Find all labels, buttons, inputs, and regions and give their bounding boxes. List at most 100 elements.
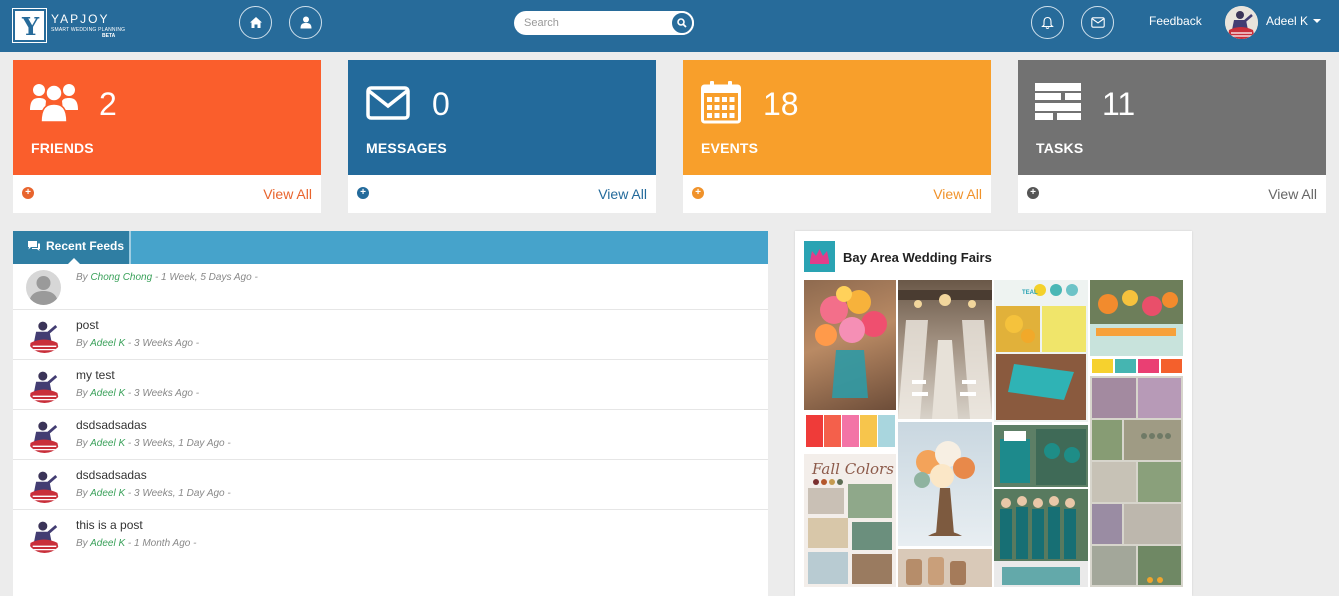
user-avatar[interactable] — [1225, 6, 1258, 39]
table-decor-image — [1090, 290, 1183, 356]
lavender-board — [1090, 376, 1183, 587]
tasks-view-all-link[interactable]: View All — [1268, 186, 1317, 202]
events-plus-icon[interactable]: + — [692, 187, 704, 199]
messages-card: 0 MESSAGES + View All — [348, 60, 656, 213]
search-input[interactable] — [524, 15, 664, 31]
feed-title[interactable]: dsdsadsadas — [76, 468, 147, 482]
feedback-link[interactable]: Feedback — [1149, 14, 1202, 28]
messages-button[interactable] — [1081, 6, 1114, 39]
tasks-icon — [1035, 83, 1081, 120]
jars-photo — [898, 549, 992, 587]
user-name[interactable]: Adeel K — [1266, 14, 1308, 28]
envelope-icon — [366, 86, 410, 120]
avatar-image — [26, 516, 63, 553]
tasks-card-header[interactable]: 11 TASKS — [1018, 60, 1326, 175]
feed-by: By — [76, 438, 88, 449]
feed-title[interactable]: this is a post — [76, 518, 143, 532]
tab-recent-feeds[interactable]: Recent Feeds — [13, 231, 131, 264]
feed-author-link[interactable]: Adeel K — [90, 438, 125, 449]
envelope-icon — [1090, 17, 1105, 28]
crown-logo-image — [804, 241, 835, 272]
feed-author-link[interactable]: Adeel K — [90, 388, 125, 399]
notifications-button[interactable] — [1031, 6, 1064, 39]
color-swatches-image — [1092, 359, 1182, 373]
feed-time: - 3 Weeks Ago - — [127, 388, 200, 399]
friends-count: 2 — [99, 86, 117, 122]
feed-meta: By Adeel K - 3 Weeks, 1 Day Ago - — [76, 488, 231, 499]
avatar — [26, 416, 63, 453]
jars-image — [906, 557, 966, 585]
barn-venue-image — [898, 290, 992, 419]
events-view-all-link[interactable]: View All — [933, 186, 982, 202]
avatar-image — [26, 466, 63, 503]
board-logo[interactable] — [804, 241, 835, 272]
feed-item[interactable]: dsdsadsadas By Adeel K - 3 Weeks, 1 Day … — [13, 460, 768, 510]
logo-mark: Y — [12, 8, 47, 43]
feed-item[interactable]: post By Adeel K - 3 Weeks Ago - — [13, 310, 768, 360]
fall-colors-text: Fall Colors — [812, 460, 894, 478]
palette-swatches-2 — [1090, 358, 1183, 374]
messages-card-header[interactable]: 0 MESSAGES — [348, 60, 656, 175]
avatar — [26, 516, 63, 553]
search-button[interactable] — [670, 11, 694, 35]
feed-title[interactable]: dsdsadsadas — [76, 418, 147, 432]
avatar-image — [26, 316, 63, 353]
recent-feeds-panel: Recent Feeds By Chong Chong - 1 Week, 5 … — [13, 231, 768, 596]
feed-author-link[interactable]: Adeel K — [90, 488, 125, 499]
feed-author-link[interactable]: Adeel K — [90, 338, 125, 349]
home-button[interactable] — [239, 6, 272, 39]
default-avatar — [26, 270, 61, 305]
feed-meta: By Adeel K - 1 Month Ago - — [76, 538, 196, 549]
messages-plus-icon[interactable]: + — [357, 187, 369, 199]
feed-author-link[interactable]: Adeel K — [90, 538, 125, 549]
yapjoy-logo[interactable]: Y YAPJOY SMART WEDDING PLANNING BETA — [12, 8, 133, 43]
search-bar — [514, 11, 694, 35]
messages-view-all-link[interactable]: View All — [598, 186, 647, 202]
color-swatches-image — [806, 415, 895, 447]
board-collage[interactable]: Fall Colors TEAL — [804, 280, 1183, 587]
teal-board: TEAL — [994, 280, 1088, 422]
feed-meta: By Adeel K - 3 Weeks Ago - — [76, 388, 199, 399]
feed-item[interactable]: my test By Adeel K - 3 Weeks Ago - — [13, 360, 768, 410]
friends-view-all-link[interactable]: View All — [263, 186, 312, 202]
feed-title[interactable]: post — [76, 318, 99, 332]
comments-icon — [28, 241, 40, 251]
feed-item[interactable]: dsdsadsadas By Adeel K - 3 Weeks, 1 Day … — [13, 410, 768, 460]
cake-photo — [994, 425, 1088, 487]
beta-badge: BETA — [102, 33, 116, 39]
feed-title[interactable]: my test — [76, 368, 115, 382]
messages-count: 0 — [432, 86, 450, 122]
tab-label: Recent Feeds — [46, 239, 125, 253]
friends-label: FRIENDS — [31, 140, 94, 156]
feed-item[interactable]: By Chong Chong - 1 Week, 5 Days Ago - — [13, 264, 768, 310]
calendar-icon — [701, 81, 741, 124]
venue-photo — [898, 280, 992, 419]
feed-by: By — [76, 388, 88, 399]
top-navbar: Y YAPJOY SMART WEDDING PLANNING BETA Fee… — [0, 0, 1339, 52]
feed-time: - 3 Weeks, 1 Day Ago - — [127, 488, 231, 499]
feed-by: By — [76, 488, 88, 499]
teal-label: TEAL — [1022, 290, 1038, 296]
feed-item[interactable]: this is a post By Adeel K - 1 Month Ago … — [13, 510, 768, 560]
centerpiece-image — [914, 441, 975, 536]
events-card: 18 EVENTS + View All — [683, 60, 991, 213]
chevron-down-icon[interactable] — [1313, 19, 1321, 23]
tasks-count: 11 — [1102, 86, 1136, 122]
board-title[interactable]: Bay Area Wedding Fairs — [843, 250, 992, 265]
feed-meta: By Adeel K - 3 Weeks Ago - — [76, 338, 199, 349]
feed-author-link[interactable]: Chong Chong — [90, 272, 152, 283]
friends-card-header[interactable]: 2 FRIENDS — [13, 60, 321, 175]
friends-plus-icon[interactable]: + — [22, 187, 34, 199]
feed-meta: By Chong Chong - 1 Week, 5 Days Ago - — [76, 272, 258, 283]
profile-button[interactable] — [289, 6, 322, 39]
tasks-plus-icon[interactable]: + — [1027, 187, 1039, 199]
tasks-label: TASKS — [1036, 140, 1084, 156]
events-card-header[interactable]: 18 EVENTS — [683, 60, 991, 175]
home-icon — [249, 17, 262, 28]
bell-icon — [1041, 16, 1054, 29]
feed-by: By — [76, 272, 88, 283]
avatar — [26, 366, 63, 403]
fall-colors-board: Fall Colors — [804, 454, 896, 587]
bridesmaids-photo — [994, 489, 1088, 587]
user-placeholder-icon — [26, 270, 61, 305]
